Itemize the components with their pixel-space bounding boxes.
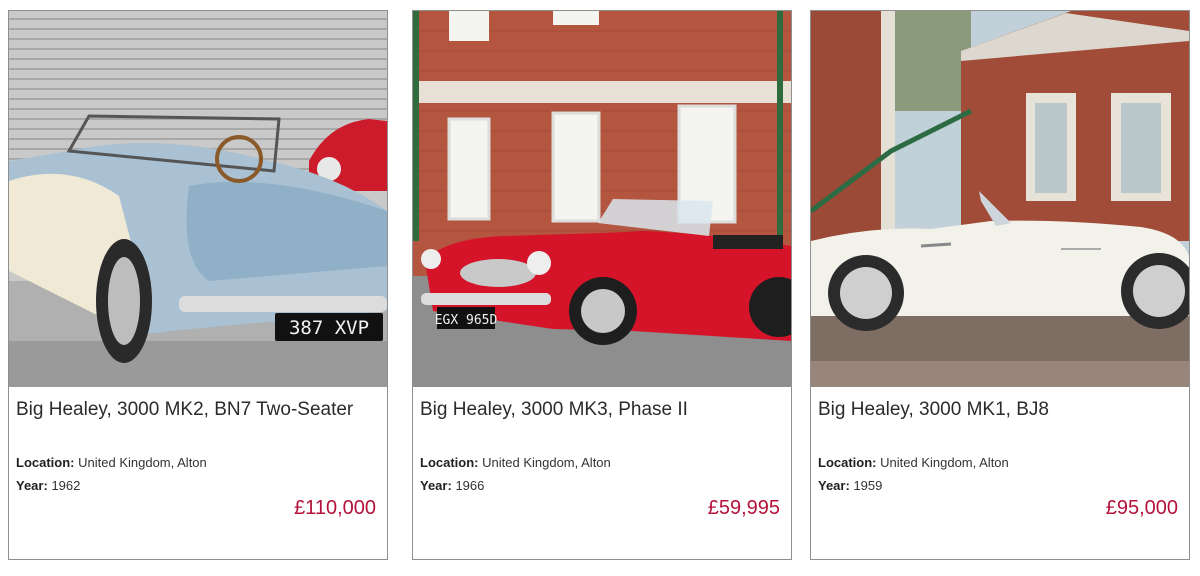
- listing-card-1[interactable]: 387 XVP Big Healey, 3000 MK2, BN7 Two-Se…: [8, 10, 388, 560]
- listing-title-3[interactable]: Big Healey, 3000 MK1, BJ8: [818, 399, 1049, 421]
- location-label: Location:: [16, 455, 75, 470]
- listing-price-3: £95,000: [1105, 497, 1178, 519]
- year-label: Year:: [420, 478, 452, 493]
- listing-location-3: Location: United Kingdom, Alton: [818, 455, 1009, 470]
- year-label: Year:: [818, 478, 850, 493]
- listing-location-2: Location: United Kingdom, Alton: [420, 455, 611, 470]
- location-value: United Kingdom, Alton: [482, 455, 611, 470]
- license-plate-1: 387 XVP: [289, 317, 369, 339]
- listing-price-2: £59,995: [707, 497, 780, 519]
- listing-title-2[interactable]: Big Healey, 3000 MK3, Phase II: [420, 399, 688, 421]
- listing-year-1: Year: 1962: [16, 478, 80, 493]
- listing-year-3: Year: 1959: [818, 478, 882, 493]
- year-value: 1962: [51, 478, 81, 493]
- location-label: Location:: [818, 455, 877, 470]
- listing-title-1[interactable]: Big Healey, 3000 MK2, BN7 Two-Seater: [16, 399, 353, 421]
- location-value: United Kingdom, Alton: [78, 455, 207, 470]
- car-photo-2[interactable]: EGX 965D: [413, 11, 791, 387]
- year-value: 1966: [455, 478, 485, 493]
- listing-price-1: £110,000: [294, 497, 376, 519]
- year-label: Year:: [16, 478, 48, 493]
- listing-card-2[interactable]: EGX 965D Big Healey, 3000 MK3, Phase II …: [412, 10, 792, 560]
- license-plate-2: EGX 965D: [435, 313, 498, 328]
- year-value: 1959: [853, 478, 883, 493]
- location-value: United Kingdom, Alton: [880, 455, 1009, 470]
- listing-card-3[interactable]: Big Healey, 3000 MK1, BJ8 Location: Unit…: [810, 10, 1190, 560]
- car-photo-1[interactable]: 387 XVP: [9, 11, 387, 387]
- car-photo-3[interactable]: [811, 11, 1189, 387]
- listing-year-2: Year: 1966: [420, 478, 484, 493]
- location-label: Location:: [420, 455, 479, 470]
- listing-location-1: Location: United Kingdom, Alton: [16, 455, 207, 470]
